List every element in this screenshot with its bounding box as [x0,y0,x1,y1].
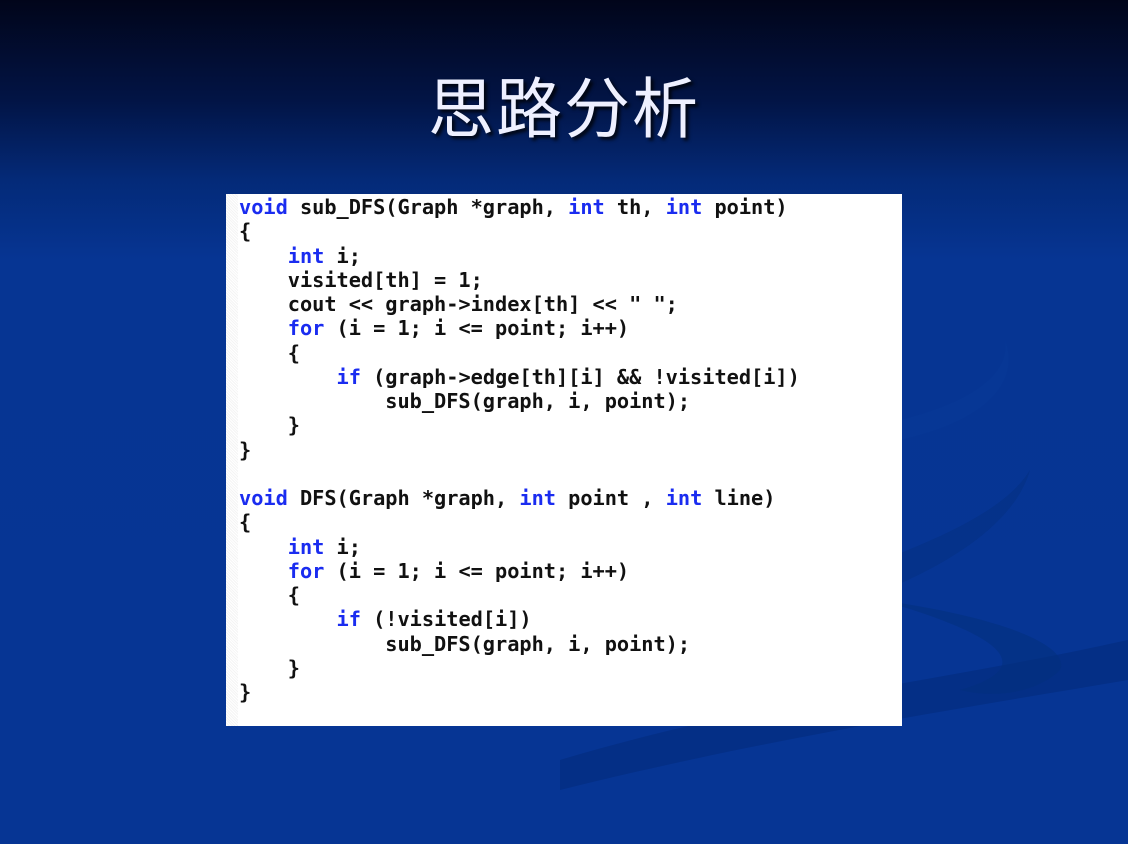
code-line: int i; [287,534,361,559]
code-line: visited[th] = 1; [239,267,483,292]
code-line: { [239,510,252,535]
code-keyword: void [239,486,288,510]
code-line: int i; [287,243,361,268]
code-line: cout << graph->index[th] << " "; [239,292,678,316]
code-keyword: for [287,558,325,583]
code-line: sub_DFS(graph, i, point); [239,631,691,656]
code-line: { [239,583,300,607]
code-line: } [239,413,300,438]
code-line: sub_DFS(graph, i, point); [239,389,691,413]
code-line: } [239,655,300,680]
code-line: if (!visited[i]) [336,607,532,632]
code-keyword: for [287,316,325,341]
slide-title: 思路分析 [428,71,700,148]
code-line: { [239,340,300,365]
code-keyword: int [665,486,703,510]
code-line: for (i = 1; i <= point; i++) [287,316,630,341]
code-line: for (i = 1; i <= point; i++) [287,558,630,583]
code-keyword: void [239,195,288,219]
code-keyword: if [336,364,361,389]
code-keyword: int [519,486,556,510]
code-block: void sub_DFS(Graph *graph, int th, int p… [226,194,902,726]
code-keyword: int [287,534,325,559]
code-line: void DFS(Graph *graph, int point , int l… [239,486,776,510]
code-keyword: int [568,195,605,219]
code-line: if (graph->edge[th][i] && !visited[i]) [336,364,800,389]
code-line: } [239,437,252,462]
code-line: } [239,680,252,704]
code-keyword: if [336,607,361,632]
code-keyword: int [287,243,325,268]
code-listing: void sub_DFS(Graph *graph, int th, int p… [239,195,800,704]
code-line: { [239,219,252,244]
code-line: void sub_DFS(Graph *graph, int th, int p… [239,195,788,219]
code-keyword: int [665,195,703,219]
